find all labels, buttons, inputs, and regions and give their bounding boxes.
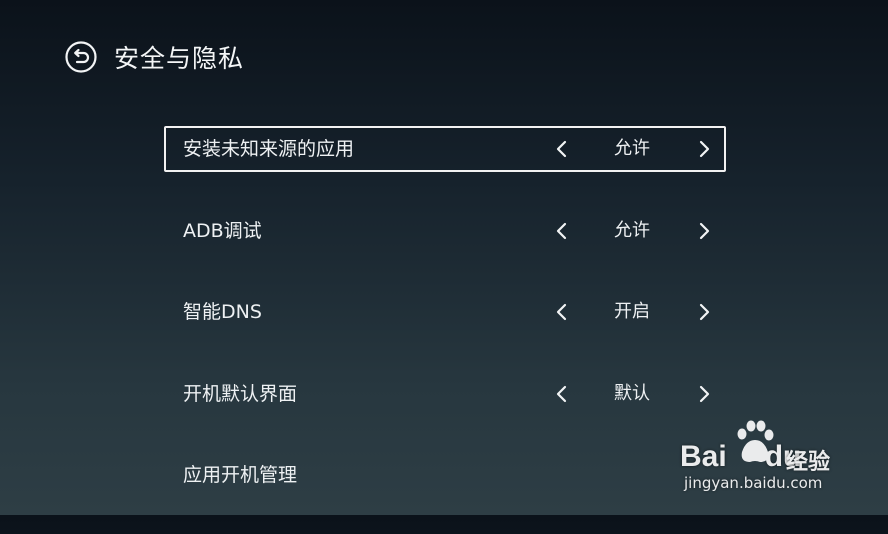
chevron-left-icon[interactable] (552, 139, 572, 159)
chevron-left-icon[interactable] (552, 384, 572, 404)
setting-label: 安装未知来源的应用 (183, 138, 355, 160)
setting-label: 开机默认界面 (183, 382, 298, 405)
watermark-url: jingyan.baidu.com (684, 474, 823, 492)
chevron-right-icon[interactable] (694, 384, 714, 404)
setting-value: 开启 (614, 301, 650, 322)
setting-row-adb-debugging[interactable]: ADB调试 允许 (164, 208, 726, 254)
setting-row-boot-default-screen[interactable]: 开机默认界面 默认 (164, 371, 726, 417)
setting-label: 应用开机管理 (183, 464, 298, 486)
chevron-left-icon[interactable] (552, 221, 572, 241)
setting-label: ADB调试 (183, 219, 262, 242)
chevron-left-icon[interactable] (552, 302, 572, 322)
setting-row-app-boot-management[interactable]: 应用开机管理 (164, 452, 726, 498)
chevron-right-icon[interactable] (694, 139, 714, 159)
header: 安全与隐私 (64, 37, 244, 77)
page-title: 安全与隐私 (114, 44, 245, 73)
settings-list: 安装未知来源的应用 允许 ADB调试 允许 智能DNS 开启 开机默认界面 默认… (164, 126, 726, 534)
watermark-product: 经验 (786, 450, 831, 475)
setting-value: 允许 (614, 219, 650, 241)
setting-row-smart-dns[interactable]: 智能DNS 开启 (164, 289, 726, 335)
back-icon[interactable] (64, 40, 98, 74)
baidu-paw-icon (737, 420, 774, 462)
setting-value: 允许 (614, 138, 650, 159)
setting-label: 智能DNS (183, 301, 262, 323)
chevron-right-icon[interactable] (694, 221, 714, 241)
setting-row-install-unknown-sources[interactable]: 安装未知来源的应用 允许 (164, 126, 726, 172)
setting-value: 默认 (614, 382, 650, 404)
baidu-jingyan-watermark: Bai du 经验 jingyan.baidu.com (680, 418, 880, 498)
chevron-right-icon[interactable] (694, 302, 714, 322)
